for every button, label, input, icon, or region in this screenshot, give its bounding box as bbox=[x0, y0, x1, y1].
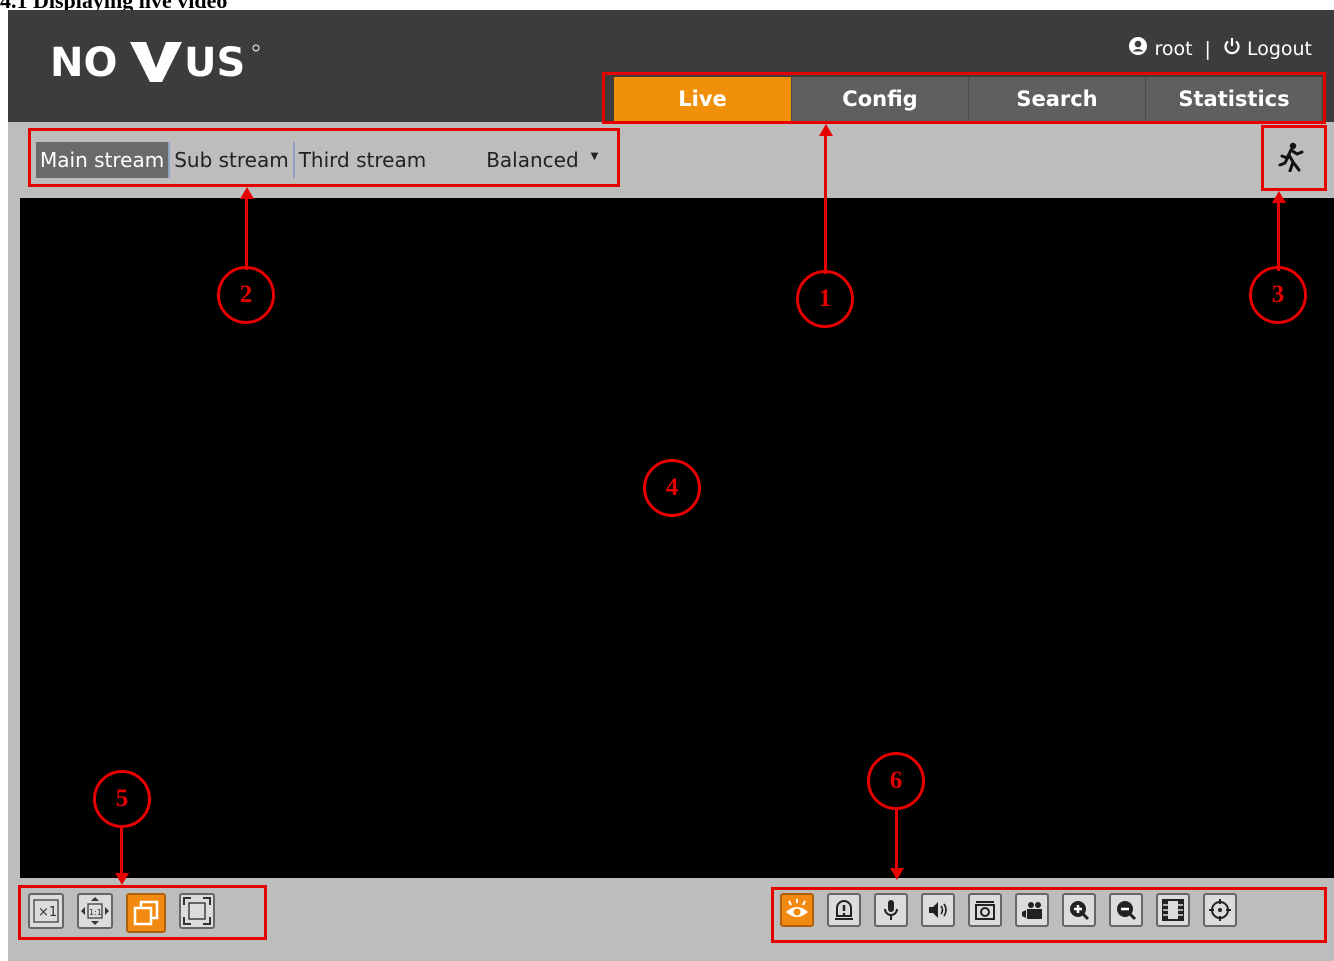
quality-value: Balanced bbox=[486, 148, 579, 172]
tab-live[interactable]: Live bbox=[614, 77, 791, 122]
control-toolbar: ×1 1:1 bbox=[8, 878, 1334, 958]
header-bar: NO US root | Logout Live Config Search S… bbox=[8, 10, 1334, 122]
live-view-eye-icon[interactable] bbox=[780, 893, 814, 927]
alarm-icon[interactable] bbox=[827, 893, 861, 927]
svg-text:×1: ×1 bbox=[38, 905, 57, 920]
record-icon[interactable] bbox=[1015, 893, 1049, 927]
third-stream-button[interactable]: Third stream bbox=[295, 142, 430, 178]
main-stream-button[interactable]: Main stream bbox=[36, 142, 171, 178]
annotation-line-5 bbox=[120, 828, 123, 878]
annotation-label-2: 2 bbox=[217, 266, 275, 324]
zoom-in-icon[interactable] bbox=[1062, 893, 1096, 927]
arrow-down-icon bbox=[115, 873, 129, 885]
original-size-icon[interactable]: ×1 bbox=[28, 893, 64, 929]
user-area: root | Logout bbox=[1128, 36, 1312, 61]
zoom-out-icon[interactable] bbox=[1109, 893, 1143, 927]
sub-stream-button[interactable]: Sub stream bbox=[170, 142, 295, 178]
ptz-target-icon[interactable] bbox=[1203, 893, 1237, 927]
svg-text:NO: NO bbox=[50, 40, 117, 82]
tab-search[interactable]: Search bbox=[968, 77, 1145, 122]
username: root bbox=[1154, 37, 1193, 60]
speaker-icon[interactable] bbox=[921, 893, 955, 927]
svg-text:1:1: 1:1 bbox=[89, 908, 102, 917]
annotation-label-4: 4 bbox=[643, 459, 701, 517]
annotation-line-1 bbox=[824, 134, 827, 274]
annotation-line-6 bbox=[895, 810, 898, 872]
main-nav: Live Config Search Statistics bbox=[614, 77, 1322, 122]
annotation-label-3: 3 bbox=[1249, 266, 1307, 324]
logout-link[interactable]: Logout bbox=[1247, 38, 1312, 60]
power-icon[interactable] bbox=[1223, 37, 1241, 60]
stream-selector: Main stream Sub stream Third stream Bala… bbox=[36, 142, 598, 178]
window-mode-icon[interactable] bbox=[126, 893, 166, 933]
motion-detection-icon[interactable] bbox=[1278, 142, 1304, 176]
quality-dropdown[interactable]: Balanced ▼ bbox=[486, 148, 598, 172]
tool-controls bbox=[780, 893, 1237, 927]
tab-config[interactable]: Config bbox=[791, 77, 968, 122]
stream-toolbar: Main stream Sub stream Third stream Bala… bbox=[8, 122, 1334, 198]
fit-1-1-icon[interactable]: 1:1 bbox=[77, 893, 113, 929]
fullscreen-icon[interactable] bbox=[179, 893, 215, 929]
tab-statistics[interactable]: Statistics bbox=[1145, 77, 1322, 122]
svg-text:US: US bbox=[184, 40, 245, 82]
microphone-icon[interactable] bbox=[874, 893, 908, 927]
novus-logo: NO US bbox=[50, 38, 262, 86]
chevron-down-icon: ▼ bbox=[590, 150, 599, 162]
annotation-line-2 bbox=[245, 197, 248, 270]
film-icon[interactable] bbox=[1156, 893, 1190, 927]
user-icon bbox=[1128, 36, 1148, 61]
annotation-label-5: 5 bbox=[93, 770, 151, 828]
separator: | bbox=[1204, 37, 1211, 60]
annotation-label-1: 1 bbox=[796, 270, 854, 328]
annotation-label-6: 6 bbox=[867, 752, 925, 810]
snapshot-icon[interactable] bbox=[968, 893, 1002, 927]
arrow-down-icon bbox=[890, 868, 904, 880]
annotation-line-3 bbox=[1277, 201, 1280, 271]
view-controls: ×1 1:1 bbox=[28, 893, 215, 933]
